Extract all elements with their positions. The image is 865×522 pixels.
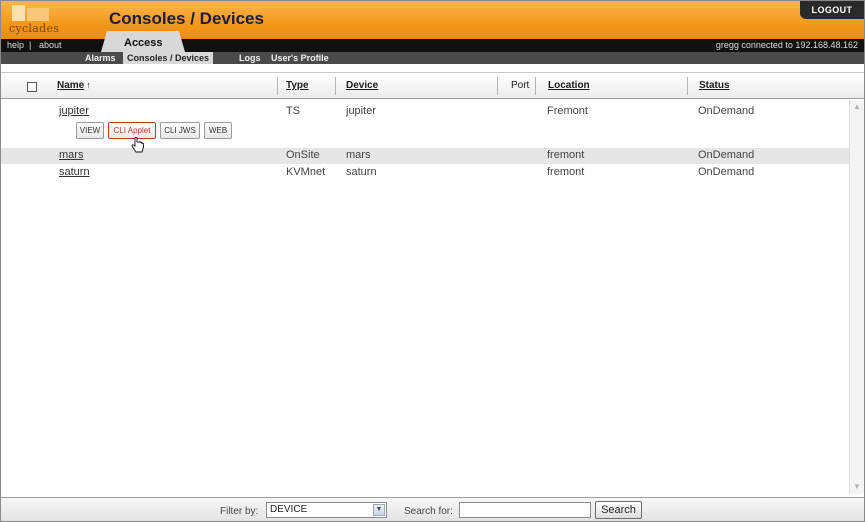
nav-separator: | [29, 40, 32, 50]
device-status: OnDemand [698, 166, 755, 178]
device-status: OnDemand [698, 105, 755, 117]
logo-text: cyclades [9, 22, 60, 35]
logo-mark-icon [12, 5, 50, 21]
cli-jws-button[interactable]: CLI JWS [160, 122, 200, 139]
select-all-checkbox[interactable] [27, 82, 37, 92]
device-type: OnSite [286, 149, 320, 161]
column-divider [687, 77, 688, 95]
column-header-name[interactable]: Name ↑ [57, 80, 91, 91]
subtab-logs[interactable]: Logs [235, 52, 265, 64]
column-divider [277, 77, 278, 95]
column-header-status[interactable]: Status [699, 80, 730, 91]
filter-selected-value: DEVICE [270, 504, 308, 515]
column-divider [497, 77, 498, 95]
connection-status: gregg connected to 192.168.48.162 [715, 40, 858, 50]
table-row[interactable]: jupiter TS jupiter Fremont OnDemand VIEW… [1, 100, 849, 146]
device-device: mars [346, 149, 371, 161]
view-button[interactable]: VIEW [76, 122, 104, 139]
web-button[interactable]: WEB [204, 122, 232, 139]
device-location: Fremont [547, 105, 588, 117]
device-device: jupiter [346, 105, 376, 117]
device-name-link[interactable]: saturn [59, 166, 90, 178]
tab-access[interactable]: Access [124, 37, 163, 49]
column-divider [535, 77, 536, 95]
page-title: Consoles / Devices [109, 9, 264, 28]
hand-pointer-icon [131, 137, 144, 153]
subtab-alarms[interactable]: Alarms [81, 52, 120, 64]
device-type: KVMnet [286, 166, 326, 178]
search-label: Search for: [404, 506, 453, 517]
column-header-location[interactable]: Location [548, 80, 590, 91]
device-device: saturn [346, 166, 377, 178]
column-header-name-label: Name [57, 80, 85, 91]
search-button[interactable]: Search [595, 501, 642, 519]
search-input[interactable] [459, 502, 591, 518]
subtab-consoles-devices[interactable]: Consoles / Devices [123, 52, 214, 64]
cyclades-logo: cyclades [5, 3, 77, 37]
about-link[interactable]: about [39, 40, 62, 50]
scrollbar[interactable]: ▲ ▼ [849, 100, 864, 494]
sub-nav-bar: Alarms Consoles / Devices Logs User's Pr… [1, 52, 864, 64]
chevron-down-icon[interactable]: ▼ [373, 504, 385, 516]
table-row[interactable]: saturn KVMnet saturn fremont OnDemand [1, 165, 849, 181]
table-header: Name ↑ Type Device Port Location Status [1, 72, 864, 99]
scroll-up-arrow-icon[interactable]: ▲ [852, 102, 862, 112]
device-location: fremont [547, 166, 585, 178]
column-divider [335, 77, 336, 95]
device-table-body: jupiter TS jupiter Fremont OnDemand VIEW… [1, 100, 849, 495]
help-link[interactable]: help [7, 40, 24, 50]
column-header-port: Port [511, 80, 530, 91]
table-row[interactable]: mars OnSite mars fremont OnDemand [1, 148, 849, 164]
device-status: OnDemand [698, 149, 755, 161]
device-name-link[interactable]: mars [59, 149, 83, 161]
device-type: TS [286, 105, 301, 117]
device-name-link[interactable]: jupiter [59, 105, 89, 117]
filter-footer: Filter by: DEVICE ▼ Search for: Search [1, 497, 864, 521]
logout-button[interactable]: LOGOUT [800, 1, 864, 19]
sort-ascending-icon: ↑ [86, 80, 91, 90]
subtab-users-profile[interactable]: User's Profile [267, 52, 333, 64]
column-header-type[interactable]: Type [286, 80, 309, 91]
device-location: fremont [547, 149, 585, 161]
app-window: cyclades Consoles / Devices LOGOUT help … [0, 0, 865, 522]
column-header-device[interactable]: Device [346, 80, 378, 91]
filter-label: Filter by: [220, 506, 259, 517]
filter-select[interactable]: DEVICE ▼ [266, 502, 387, 518]
top-nav-bar: help | about Access gregg connected to 1… [1, 31, 864, 52]
scroll-down-arrow-icon[interactable]: ▼ [852, 482, 862, 492]
